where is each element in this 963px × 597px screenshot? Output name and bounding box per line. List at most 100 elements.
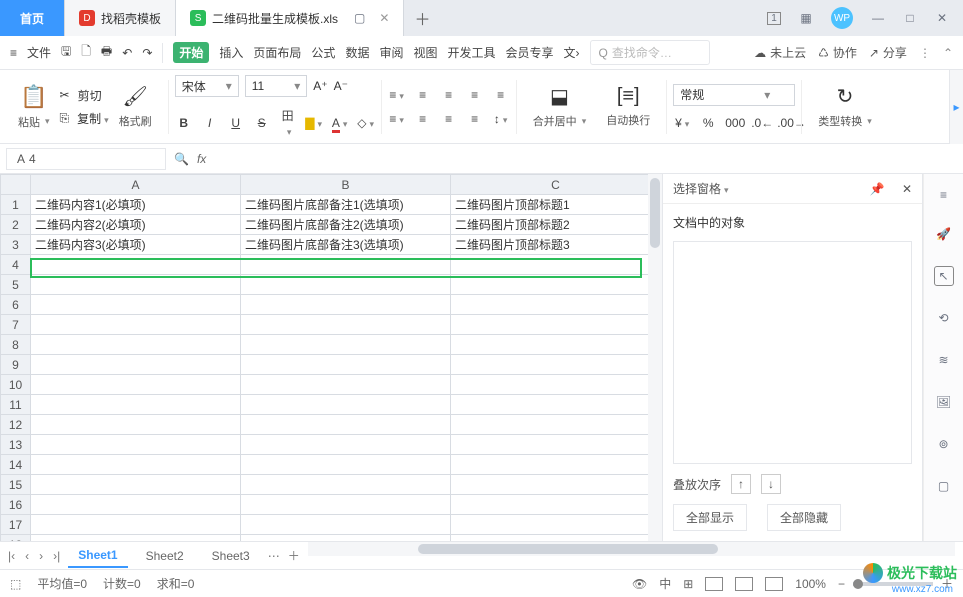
ribbon-scroll-right[interactable]: ▸ bbox=[949, 70, 963, 144]
cell-B11[interactable] bbox=[241, 395, 451, 415]
rail-collapse-icon[interactable]: ≡ bbox=[940, 188, 947, 202]
menu-more[interactable]: 文› bbox=[564, 44, 580, 61]
cell-C7[interactable] bbox=[451, 315, 661, 335]
cell-B12[interactable] bbox=[241, 415, 451, 435]
cell-A6[interactable] bbox=[31, 295, 241, 315]
col-header-B[interactable]: B bbox=[241, 175, 451, 195]
cell-C10[interactable] bbox=[451, 375, 661, 395]
cell-C15[interactable] bbox=[451, 475, 661, 495]
user-avatar[interactable]: WP bbox=[831, 7, 853, 29]
indent-increase-icon[interactable]: ≡ bbox=[492, 88, 510, 102]
cell-C9[interactable] bbox=[451, 355, 661, 375]
cell-C5[interactable] bbox=[451, 275, 661, 295]
cell-A5[interactable] bbox=[31, 275, 241, 295]
share-button[interactable]: ↗分享 bbox=[869, 44, 907, 61]
close-pane-icon[interactable]: ✕ bbox=[902, 182, 912, 196]
comma-icon[interactable]: 000 bbox=[725, 116, 743, 130]
menu-review[interactable]: 审阅 bbox=[379, 44, 403, 61]
cell-A12[interactable] bbox=[31, 415, 241, 435]
cell-A16[interactable] bbox=[31, 495, 241, 515]
font-size-select[interactable]: 11▾ bbox=[245, 75, 308, 97]
show-all-button[interactable]: 全部显示 bbox=[673, 504, 747, 531]
cell-C14[interactable] bbox=[451, 455, 661, 475]
row-header-5[interactable]: 5 bbox=[1, 275, 31, 295]
view-page-icon[interactable] bbox=[735, 577, 753, 591]
tab-sheet3[interactable]: Sheet3 bbox=[202, 545, 260, 567]
align-center-icon[interactable]: ≡ bbox=[414, 112, 432, 126]
copy-icon[interactable]: ⎘ bbox=[60, 111, 70, 126]
cell-A13[interactable] bbox=[31, 435, 241, 455]
font-color-icon[interactable]: A bbox=[331, 116, 349, 130]
select-all-corner[interactable] bbox=[1, 175, 31, 195]
cell-B9[interactable] bbox=[241, 355, 451, 375]
cell-B7[interactable] bbox=[241, 315, 451, 335]
strikethrough-icon[interactable]: S bbox=[253, 116, 271, 130]
view-normal-icon[interactable] bbox=[705, 577, 723, 591]
menu-file[interactable]: 文件 bbox=[27, 44, 51, 61]
row-header-13[interactable]: 13 bbox=[1, 435, 31, 455]
cell-A15[interactable] bbox=[31, 475, 241, 495]
cell-A4[interactable] bbox=[31, 255, 241, 275]
row-header-3[interactable]: 3 bbox=[1, 235, 31, 255]
send-backward-icon[interactable]: ↓ bbox=[761, 474, 781, 494]
zoom-value[interactable]: 100% bbox=[795, 577, 826, 591]
sheet-prev-icon[interactable]: ‹ bbox=[25, 549, 29, 563]
cut-icon[interactable]: ✂ bbox=[60, 88, 70, 102]
decrease-decimal-icon[interactable]: .00→ bbox=[777, 116, 795, 130]
cell-B17[interactable] bbox=[241, 515, 451, 535]
menu-devtools[interactable]: 开发工具 bbox=[447, 44, 495, 61]
cell-B1[interactable]: 二维码图片底部备注1(选填项) bbox=[241, 195, 451, 215]
menu-formula[interactable]: 公式 bbox=[311, 44, 335, 61]
rail-select-icon[interactable]: ↖ bbox=[934, 266, 954, 286]
add-sheet-icon[interactable]: ＋ bbox=[288, 547, 300, 564]
cell-B15[interactable] bbox=[241, 475, 451, 495]
save-icon[interactable]: ▢ bbox=[354, 11, 365, 25]
cell-C2[interactable]: 二维码图片顶部标题2 bbox=[451, 215, 661, 235]
cell-C16[interactable] bbox=[451, 495, 661, 515]
maximize-icon[interactable]: □ bbox=[903, 11, 917, 25]
rail-rocket-icon[interactable]: 🚀 bbox=[934, 224, 954, 244]
qat-undo-icon[interactable]: ↶ bbox=[122, 46, 132, 60]
number-format-select[interactable]: 常规▾ bbox=[673, 84, 795, 106]
align-top-icon[interactable]: ≡ bbox=[388, 88, 406, 102]
command-search[interactable]: Q 查找命令… bbox=[590, 40, 710, 65]
align-right-icon[interactable]: ≡ bbox=[440, 112, 458, 126]
col-header-A[interactable]: A bbox=[31, 175, 241, 195]
tab-home[interactable]: 首页 bbox=[0, 0, 65, 36]
row-header-9[interactable]: 9 bbox=[1, 355, 31, 375]
cell-A11[interactable] bbox=[31, 395, 241, 415]
qat-print-icon[interactable]: 🖶 bbox=[101, 42, 112, 63]
layout-icon[interactable]: 1 bbox=[767, 12, 781, 25]
row-header-7[interactable]: 7 bbox=[1, 315, 31, 335]
cell-B8[interactable] bbox=[241, 335, 451, 355]
cell-A10[interactable] bbox=[31, 375, 241, 395]
eye-icon[interactable]: 👁 bbox=[632, 577, 647, 591]
cell-C18[interactable] bbox=[451, 535, 661, 542]
row-header-18[interactable]: 18 bbox=[1, 535, 31, 542]
cell-B10[interactable] bbox=[241, 375, 451, 395]
menu-start[interactable]: 开始 bbox=[173, 42, 209, 63]
rail-reading-icon[interactable]: ▢ bbox=[934, 476, 954, 496]
record-icon[interactable]: ⬚ bbox=[10, 577, 21, 591]
cell-B16[interactable] bbox=[241, 495, 451, 515]
cell-A17[interactable] bbox=[31, 515, 241, 535]
sheet-grid[interactable]: ABC1二维码内容1(必填项)二维码图片底部备注1(选填项)二维码图片顶部标题1… bbox=[0, 174, 663, 541]
fx-icon[interactable]: fx bbox=[197, 152, 206, 166]
orientation-icon[interactable]: ↕ bbox=[492, 112, 510, 126]
cell-A1[interactable]: 二维码内容1(必填项) bbox=[31, 195, 241, 215]
row-header-17[interactable]: 17 bbox=[1, 515, 31, 535]
bring-forward-icon[interactable]: ↑ bbox=[731, 474, 751, 494]
collaborate-button[interactable]: ♺协作 bbox=[818, 44, 857, 61]
format-painter-icon[interactable]: 🖌 bbox=[122, 84, 147, 109]
border-icon[interactable]: 田 bbox=[279, 107, 297, 138]
cell-C13[interactable] bbox=[451, 435, 661, 455]
col-header-C[interactable]: C bbox=[451, 175, 661, 195]
pane-title[interactable]: 选择窗格 bbox=[673, 180, 729, 197]
close-tab-icon[interactable]: ✕ bbox=[379, 11, 389, 25]
tab-sheet2[interactable]: Sheet2 bbox=[136, 545, 194, 567]
rail-settings-icon[interactable]: ⊚ bbox=[934, 434, 954, 454]
pin-icon[interactable]: 📌 bbox=[870, 182, 885, 196]
cell-B6[interactable] bbox=[241, 295, 451, 315]
cloud-upload[interactable]: ☁未上云 bbox=[754, 44, 806, 61]
rail-image-icon[interactable]: 🖼 bbox=[934, 392, 954, 412]
